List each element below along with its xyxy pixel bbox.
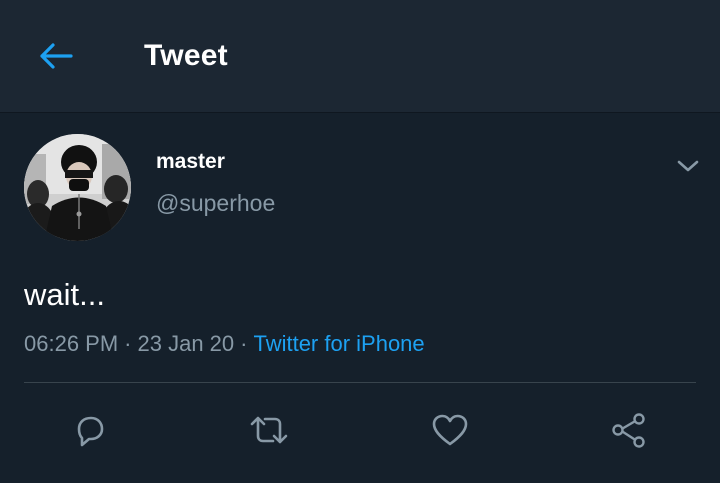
chevron-down-icon bbox=[677, 160, 699, 172]
meta-separator: · bbox=[124, 331, 132, 356]
retweet-icon bbox=[250, 416, 288, 444]
tweet-text: wait... bbox=[24, 277, 105, 312]
author-display-name[interactable]: master bbox=[156, 148, 225, 176]
profile-photo bbox=[24, 134, 131, 241]
like-button[interactable] bbox=[428, 408, 472, 452]
divider bbox=[24, 382, 696, 383]
tweet-date: 23 Jan 20 bbox=[137, 331, 235, 356]
tweet-menu-button[interactable] bbox=[672, 150, 704, 182]
page-title: Tweet bbox=[144, 39, 228, 72]
reply-button[interactable] bbox=[68, 408, 112, 452]
share-icon bbox=[612, 413, 645, 448]
meta-separator: · bbox=[240, 331, 248, 356]
top-app-bar: Tweet bbox=[0, 0, 720, 113]
avatar[interactable] bbox=[24, 134, 131, 241]
reply-icon bbox=[77, 416, 104, 447]
tweet-source-link[interactable]: Twitter for iPhone bbox=[253, 331, 424, 356]
tweet-metadata: 06:26 PM · 23 Jan 20 · Twitter for iPhone bbox=[24, 329, 425, 359]
tweet-time: 06:26 PM bbox=[24, 331, 119, 356]
share-button[interactable] bbox=[607, 408, 651, 452]
heart-icon bbox=[432, 414, 468, 446]
author-handle[interactable]: @superhoe bbox=[156, 188, 275, 218]
arrow-left-icon bbox=[40, 43, 73, 69]
retweet-button[interactable] bbox=[247, 408, 291, 452]
back-button[interactable] bbox=[28, 30, 84, 82]
